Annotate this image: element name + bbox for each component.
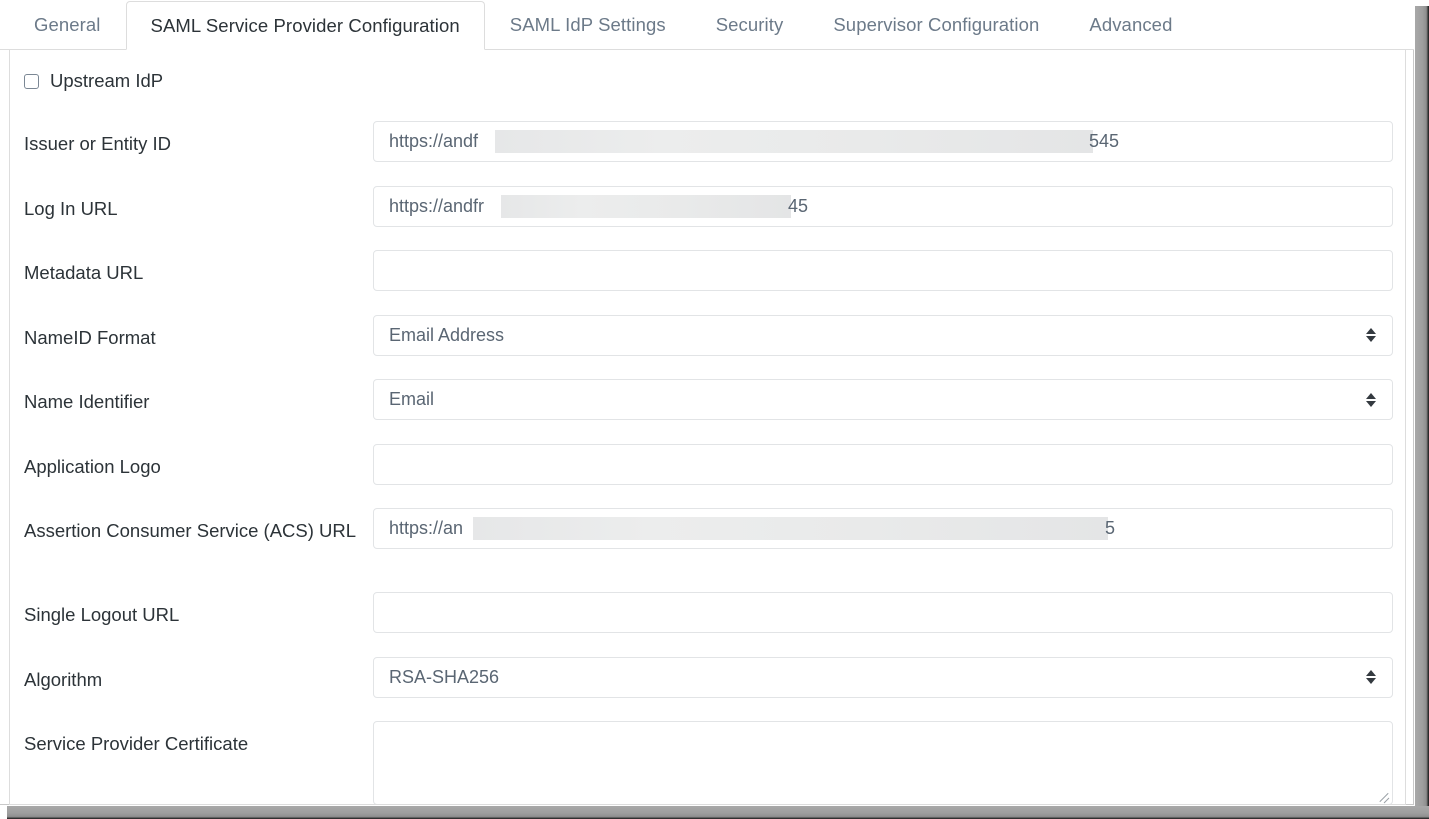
field-row-issuer: Issuer or Entity ID 545 [10,108,1405,173]
field-row-algorithm: Algorithm RSA-SHA256 [10,644,1405,709]
tab-saml-service-provider-configuration[interactable]: SAML Service Provider Configuration [125,1,485,50]
tab-saml-idp-settings[interactable]: SAML IdP Settings [485,0,691,49]
tab-saml-service-provider-configuration-label: SAML Service Provider Configuration [150,14,460,36]
application-logo-control [373,431,1405,485]
algorithm-select[interactable]: RSA-SHA256 [373,656,1393,698]
nameid-format-control: Email Address [373,302,1405,356]
metadata-url-input[interactable] [373,250,1393,291]
upstream-idp-label: Upstream IdP [50,70,164,91]
metadata-url-control [373,237,1405,291]
algorithm-value: RSA-SHA256 [389,666,500,687]
application-logo-input[interactable] [373,443,1393,485]
acs-url-input[interactable] [373,508,1393,549]
acs-url-value-suffix: 5 [1105,518,1116,538]
login-url-control: 45 [373,173,1405,227]
acs-url-label: Assertion Consumer Service (ACS) URL [24,520,357,541]
saml-sp-configuration-panel: Upstream IdP Issuer or Entity ID 545 Log… [9,50,1406,805]
sp-certificate-control [373,708,1405,804]
login-url-value-suffix: 45 [788,195,809,216]
tab-supervisor-configuration-label: Supervisor Configuration [833,14,1040,35]
issuer-control: 545 [373,108,1405,162]
nameid-format-value: Email Address [389,324,505,345]
tab-supervisor-configuration[interactable]: Supervisor Configuration [808,0,1064,49]
window-face: General SAML Service Provider Configurat… [0,0,1414,805]
algorithm-control: RSA-SHA256 [373,644,1405,698]
field-row-single-logout-url: Single Logout URL [10,579,1405,644]
tab-advanced[interactable]: Advanced [1064,0,1197,49]
nameid-format-label: NameID Format [24,326,156,348]
nameid-format-select[interactable]: Email Address [373,314,1393,356]
field-row-acs-url: Assertion Consumer Service (ACS) URL 5 [10,495,1405,579]
issuer-label: Issuer or Entity ID [24,133,172,154]
login-url-input[interactable] [373,185,1393,227]
chevron-up-down-icon [1364,667,1378,687]
name-identifier-control: Email [373,366,1405,420]
tab-saml-idp-settings-label: SAML IdP Settings [509,14,666,35]
sp-certificate-label: Service Provider Certificate [24,733,249,754]
single-logout-url-control [373,579,1405,633]
field-row-application-logo: Application Logo [10,431,1405,496]
issuer-value-suffix: 545 [1089,131,1120,151]
acs-url-control: 5 [373,495,1405,549]
single-logout-url-input[interactable] [373,592,1393,633]
single-logout-url-label: Single Logout URL [24,604,180,625]
upstream-idp-checkbox[interactable] [24,73,39,89]
name-identifier-label: Name Identifier [24,391,150,412]
tab-bar: General SAML Service Provider Configurat… [0,0,1414,50]
upstream-idp-row: Upstream IdP [24,70,164,91]
field-row-name-identifier: Name Identifier Email [10,366,1405,431]
window-shadow-bottom [7,806,1429,819]
saml-sp-form: Issuer or Entity ID 545 Log In URL 45 [10,108,1405,804]
field-row-nameid-format: NameID Format Email Address [10,302,1405,367]
application-logo-label: Application Logo [24,455,161,477]
field-row-metadata-url: Metadata URL [10,237,1405,302]
login-url-label: Log In URL [24,197,118,219]
chevron-up-down-icon [1364,390,1378,410]
chevron-up-down-icon [1364,325,1378,345]
name-identifier-value: Email [389,389,435,409]
tab-advanced-label: Advanced [1089,14,1173,35]
metadata-url-label: Metadata URL [24,262,144,283]
field-row-login-url: Log In URL 45 [10,173,1405,238]
tab-general[interactable]: General [9,0,126,49]
issuer-input[interactable] [373,121,1393,162]
application-window: General SAML Service Provider Configurat… [0,0,1429,819]
window-shadow-right [1415,6,1429,813]
tab-security[interactable]: Security [691,0,809,49]
sp-certificate-textarea[interactable] [373,721,1393,804]
tab-general-label: General [34,14,101,35]
algorithm-label: Algorithm [24,668,103,690]
tab-security-label: Security [715,14,784,35]
name-identifier-select[interactable]: Email [373,379,1393,420]
field-row-sp-certificate: Service Provider Certificate [10,708,1405,804]
